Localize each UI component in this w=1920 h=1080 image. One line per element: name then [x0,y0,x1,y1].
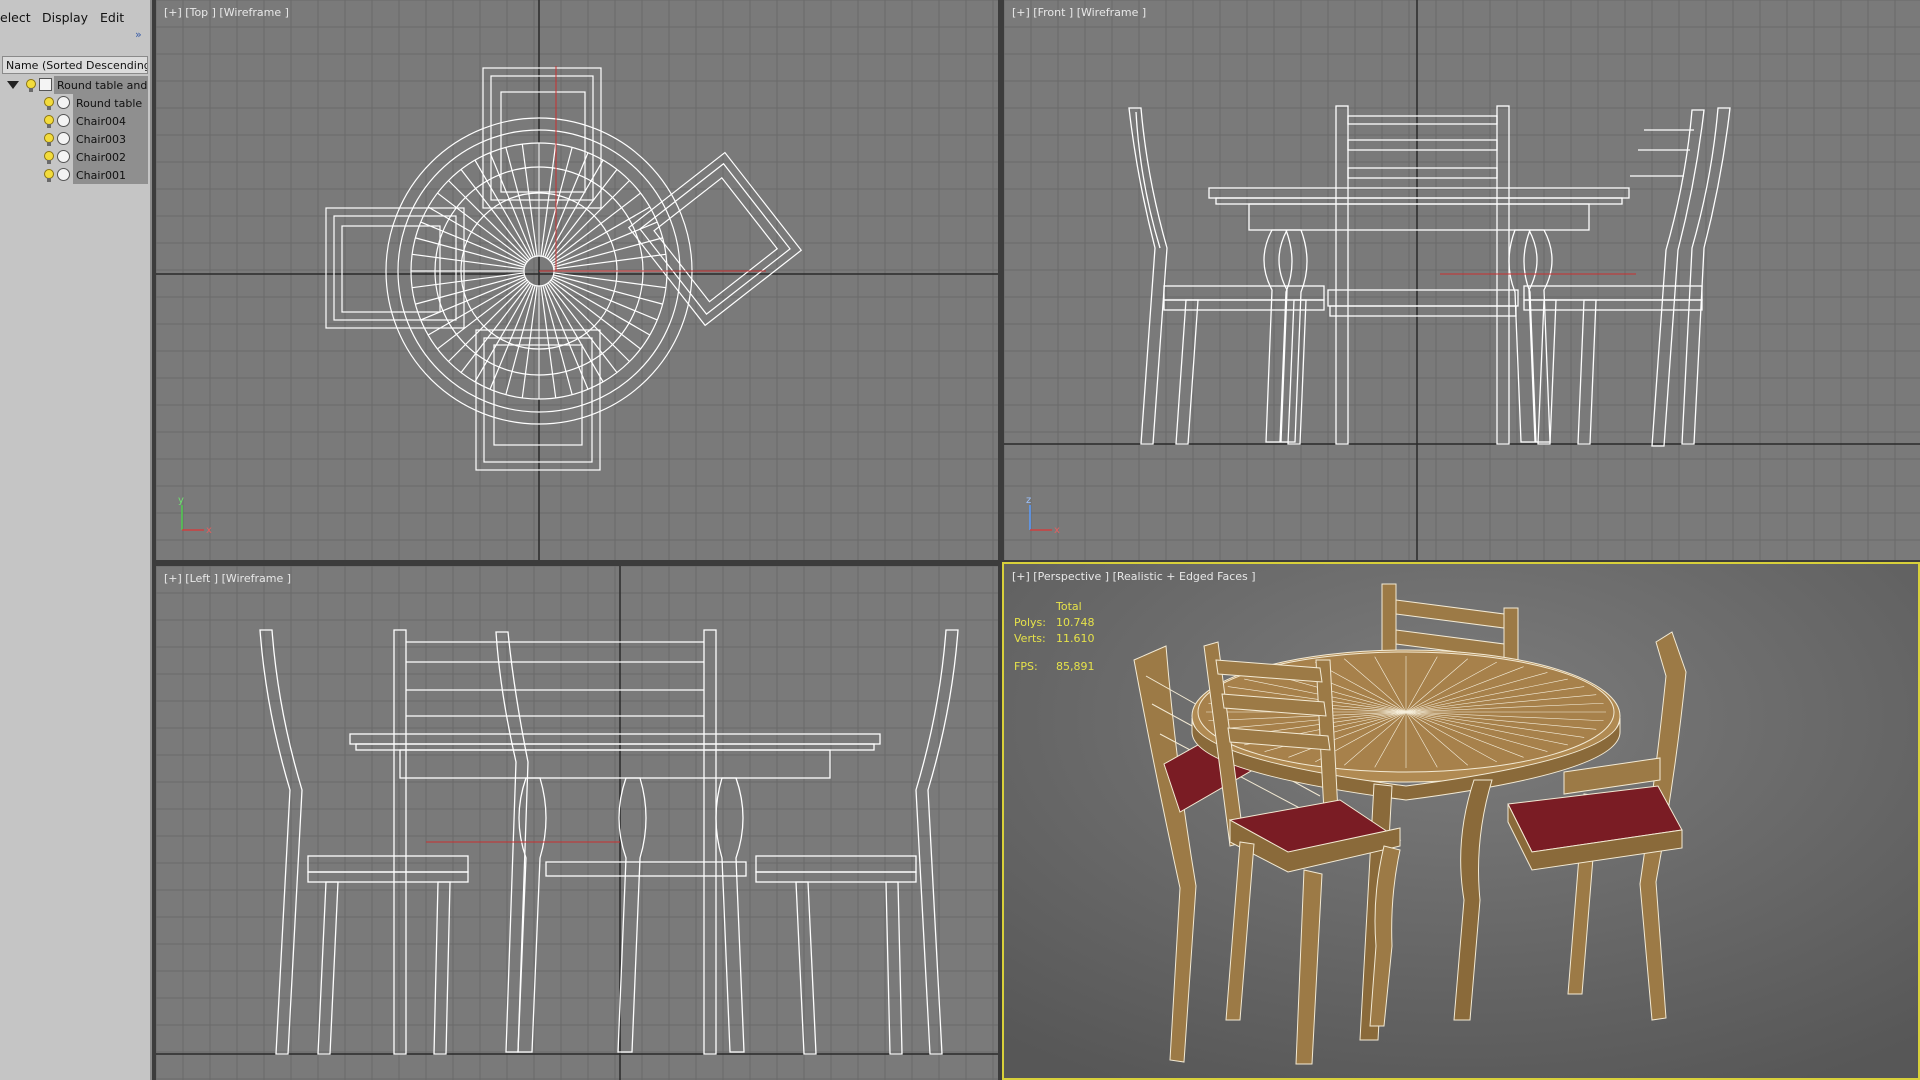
viewport-label[interactable]: [+] [Front ] [Wireframe ] [1012,6,1146,19]
axis-label-x: x [206,525,212,536]
tree-row-group[interactable]: Round table and ch [2,76,150,94]
name-column-header[interactable]: Name (Sorted Descending) [2,56,148,74]
viewport-label[interactable]: [+] [Left ] [Wireframe ] [164,572,291,585]
geometry-icon [57,114,70,127]
front-wireframe-model [1128,105,1731,447]
tree-row-round-table[interactable]: Round table [2,94,148,112]
tree-item-label: Chair004 [76,115,126,128]
expand-triangle-icon[interactable] [7,81,19,89]
tree-item-label: Chair002 [76,151,126,164]
scene-tree: Round table and ch Round table Chair004 … [2,76,150,184]
front-view-canvas: z x [1004,0,1920,560]
stats-fps-label: FPS: [1014,660,1038,673]
axis-label-x: x [1054,525,1060,536]
stats-polys-value: 10.748 [1056,616,1095,629]
stats-verts-label: Verts: [1014,632,1046,645]
top-view-canvas: y x [156,0,998,560]
stats-fps-value: 85,891 [1056,660,1095,673]
perspective-view-canvas: Total Polys: 10.748 Verts: 11.610 FPS: 8… [1004,564,1918,1078]
menu-display[interactable]: Display [42,10,88,25]
viewport-left[interactable]: [+] [Left ] [Wireframe ] [156,566,998,1080]
visibility-bulb-icon[interactable] [44,169,54,182]
stats-verts-value: 11.610 [1056,632,1095,645]
viewport-front[interactable]: z x [+] [Front ] [Wireframe ] [1004,0,1920,560]
visibility-bulb-icon[interactable] [44,115,54,128]
left-view-canvas [156,566,998,1080]
top-wireframe-model [325,67,803,471]
tree-item-label: Round table [76,97,143,110]
geometry-icon [57,150,70,163]
visibility-bulb-icon[interactable] [44,97,54,110]
table-spoke [553,272,666,289]
tree-item-label: Chair003 [76,133,126,146]
tree-item-label: Chair001 [76,169,126,182]
viewport-label[interactable]: [+] [Perspective ] [Realistic + Edged Fa… [1012,570,1256,583]
viewport-top[interactable]: y x [+] [Top ] [Wireframe ] [156,0,998,560]
visibility-bulb-icon[interactable] [44,151,54,164]
table-spoke [521,285,538,398]
tree-item-label: Round table and ch [57,79,150,92]
axis-tripod [181,505,204,531]
geometry-icon [57,168,70,181]
axis-tripod [1029,505,1052,531]
viewport-grid [1004,0,1920,560]
scene-explorer-panel: elect Display Edit » Name (Sorted Descen… [0,0,152,1080]
explorer-menubar: elect Display Edit [0,0,150,34]
viewport-grid [156,0,998,560]
tree-row-chair002[interactable]: Chair002 [2,148,148,166]
table-spoke [553,253,666,270]
table-spoke [448,281,529,362]
tree-row-chair001[interactable]: Chair001 [2,166,148,184]
menu-select[interactable]: elect [0,10,31,25]
3ds-max-window: elect Display Edit » Name (Sorted Descen… [0,0,1920,1080]
tree-row-chair003[interactable]: Chair003 [2,130,148,148]
tree-row-chair004[interactable]: Chair004 [2,112,148,130]
viewport-label[interactable]: [+] [Top ] [Wireframe ] [164,6,289,19]
viewport-perspective[interactable]: Total Polys: 10.748 Verts: 11.610 FPS: 8… [1002,562,1920,1080]
group-icon [39,78,52,91]
panel-expand-icon[interactable]: » [135,28,142,41]
axis-label-z: z [1026,495,1031,506]
visibility-bulb-icon[interactable] [26,79,36,92]
visibility-bulb-icon[interactable] [44,133,54,146]
table-spoke [540,285,557,398]
menu-edit[interactable]: Edit [100,10,124,25]
stats-total-label: Total [1055,600,1082,613]
table-spoke [549,281,630,362]
axis-label-y: y [178,495,184,506]
stats-polys-label: Polys: [1014,616,1046,629]
geometry-icon [57,132,70,145]
viewport-grid [156,566,998,1080]
geometry-icon [57,96,70,109]
